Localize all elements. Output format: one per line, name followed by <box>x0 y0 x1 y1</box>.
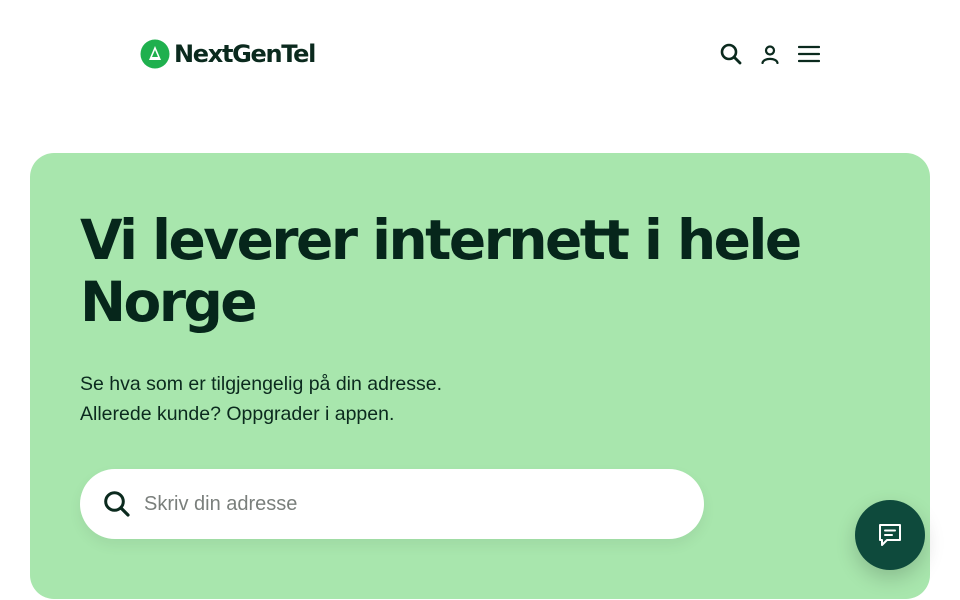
logo[interactable]: NextGenTel <box>140 38 316 70</box>
chat-icon <box>879 524 901 546</box>
chat-button[interactable] <box>855 500 925 570</box>
address-search[interactable] <box>80 469 704 539</box>
logo-text: NextGenTel <box>174 40 316 68</box>
menu-icon <box>798 45 820 63</box>
search-icon <box>104 491 130 517</box>
site-header: NextGenTel <box>0 0 960 110</box>
account-button[interactable] <box>755 40 785 68</box>
search-icon <box>720 43 742 65</box>
menu-button[interactable] <box>794 40 824 68</box>
logo-mark-icon <box>140 39 170 69</box>
hero-subtitle-line: Allerede kunde? Oppgrader i appen. <box>80 403 395 425</box>
search-button[interactable] <box>716 40 746 68</box>
user-icon <box>761 45 779 64</box>
hero-subtitle-line: Se hva som er tilgjengelig på din adress… <box>80 373 443 395</box>
hero-subtitle: Se hva som er tilgjengelig på din adress… <box>80 369 442 429</box>
hero-section: Vi leverer internett i hele Norge Se hva… <box>30 153 930 599</box>
header-actions <box>716 40 824 68</box>
hero-title: Vi leverer internett i hele Norge <box>80 208 802 334</box>
address-search-input[interactable] <box>144 469 684 539</box>
